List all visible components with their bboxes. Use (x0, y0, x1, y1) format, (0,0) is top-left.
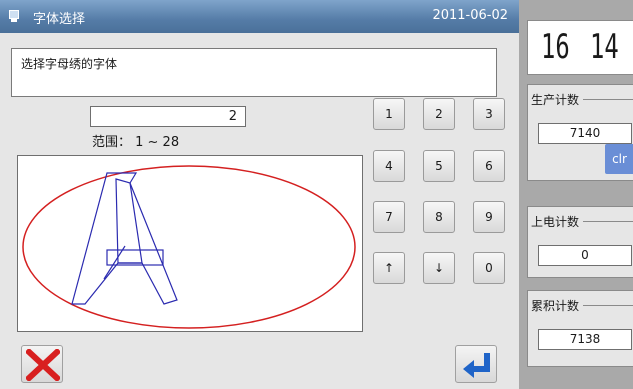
font-preview (17, 155, 363, 332)
key-2[interactable]: 2 (423, 98, 455, 130)
cancel-button[interactable] (21, 345, 63, 383)
status-panel: 16 14 生产计数 7140 clr 上电计数 0 累积计数 7138 (519, 0, 633, 389)
title-bar: 字体选择 2011-06-02 (0, 0, 519, 33)
message-text: 选择字母绣的字体 (21, 57, 118, 71)
power-on-counter-value: 0 (538, 245, 632, 266)
production-counter-group: 生产计数 7140 clr (527, 84, 633, 181)
clock-display: 16 14 (527, 20, 633, 75)
enter-return-icon (463, 353, 490, 378)
key-0[interactable]: 0 (473, 252, 505, 284)
production-counter-value: 7140 (538, 123, 632, 144)
main-panel: 字体选择 2011-06-02 选择字母绣的字体 2 范围： 1 ~ 28 1 … (0, 0, 519, 389)
key-5[interactable]: 5 (423, 150, 455, 182)
key-4[interactable]: 4 (373, 150, 405, 182)
clear-counter-button[interactable]: clr (605, 144, 633, 174)
range-label: 范围： 1 ~ 28 (92, 135, 180, 150)
glyph-a-outline (71, 172, 178, 305)
clock-minutes: 14 (590, 27, 619, 67)
power-on-counter-title: 上电计数 (531, 213, 584, 230)
power-on-counter-group: 上电计数 0 (527, 206, 633, 278)
key-down[interactable]: ↓ (423, 252, 455, 284)
font-number-input[interactable]: 2 (90, 106, 246, 127)
production-counter-title: 生产计数 (531, 91, 584, 108)
key-up[interactable]: ↑ (373, 252, 405, 284)
key-9[interactable]: 9 (473, 201, 505, 233)
cumulative-counter-group: 累积计数 7138 (527, 290, 633, 367)
page-title: 字体选择 (33, 12, 86, 27)
cumulative-counter-title: 累积计数 (531, 297, 584, 314)
key-1[interactable]: 1 (373, 98, 405, 130)
close-x-icon (26, 349, 60, 381)
key-6[interactable]: 6 (473, 150, 505, 182)
key-3[interactable]: 3 (473, 98, 505, 130)
key-8[interactable]: 8 (423, 201, 455, 233)
clock-hours: 16 (541, 27, 570, 67)
key-7[interactable]: 7 (373, 201, 405, 233)
font-preview-canvas (22, 165, 356, 329)
cumulative-counter-value: 7138 (538, 329, 632, 350)
enter-button[interactable] (455, 345, 497, 383)
message-box: 选择字母绣的字体 (11, 48, 497, 97)
window-icon (9, 10, 19, 22)
date-display: 2011-06-02 (432, 8, 508, 23)
